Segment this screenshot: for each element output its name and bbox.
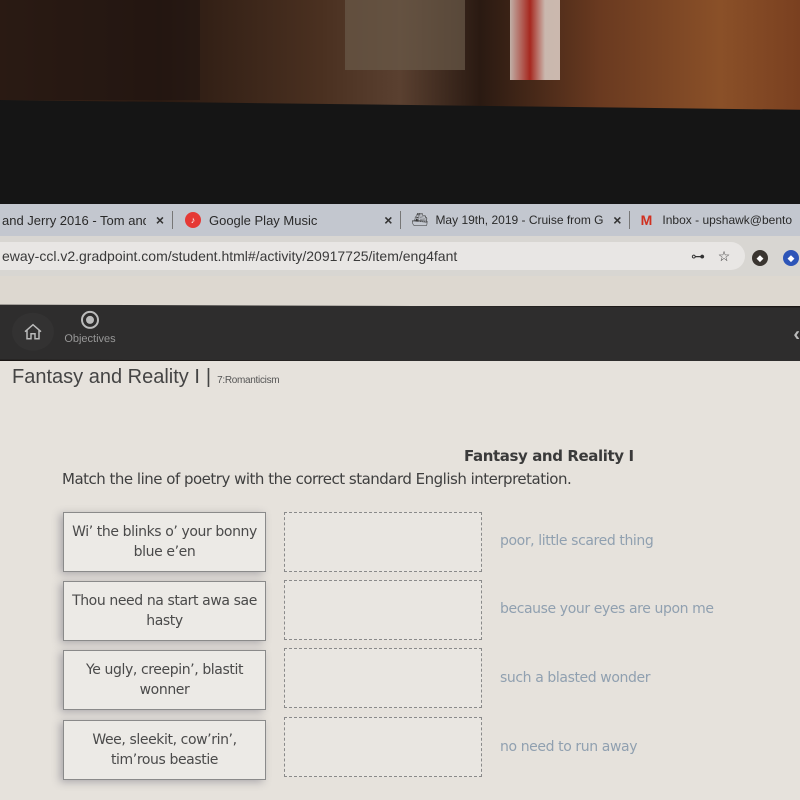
ship-icon: ⛴ <box>411 212 428 227</box>
background-object <box>0 0 200 100</box>
monitor-bezel <box>0 100 800 215</box>
title-separator: | <box>205 366 212 388</box>
drop-zone[interactable] <box>284 717 482 777</box>
interpretation-text: because your eyes are upon me <box>500 601 714 617</box>
tab-title: Google Play Music <box>208 212 318 228</box>
poem-card[interactable]: Wee, sleekit, cow’rin’, tim’rous beastie <box>63 720 266 780</box>
target-icon <box>81 310 99 329</box>
page-subtitle: 7:Romanticism <box>217 375 280 386</box>
close-tab-icon[interactable]: × <box>613 212 621 228</box>
interpretation-text: no need to run away <box>500 739 638 755</box>
tab-gmail-inbox[interactable]: M Inbox - upshawk@bento <box>630 204 800 236</box>
browser-toolbar: eway-ccl.v2.gradpoint.com/student.html#/… <box>0 236 800 276</box>
tab-google-play-music[interactable]: ♪ Google Play Music × <box>173 204 400 236</box>
page-title: Fantasy and Reality I | 7:Romanticism <box>12 366 280 389</box>
page-gap <box>0 276 800 306</box>
tab-title: May 19th, 2019 - Cruise from G <box>435 213 604 227</box>
question-title: Fantasy and Reality I <box>464 447 634 465</box>
key-icon[interactable]: ⊶ <box>685 248 711 265</box>
close-tab-icon[interactable]: × <box>384 212 392 228</box>
interpretation-text: such a blasted wonder <box>500 670 651 686</box>
bookmark-star-icon[interactable]: ☆ <box>711 248 737 265</box>
app-nav-bar: Objectives ‹ <box>0 304 800 363</box>
tab-tom-and-jerry[interactable]: and Jerry 2016 - Tom and × <box>0 204 172 236</box>
objectives-label: Objectives <box>64 332 116 346</box>
google-play-music-icon: ♪ <box>184 212 201 228</box>
browser-tab-bar: and Jerry 2016 - Tom and × ♪ Google Play… <box>0 204 800 236</box>
question-instructions: Match the line of poetry with the correc… <box>62 470 572 488</box>
tab-title: Inbox - upshawk@bento <box>662 213 793 227</box>
drop-zone[interactable] <box>284 580 482 640</box>
home-icon <box>24 323 42 340</box>
url-text[interactable]: eway-ccl.v2.gradpoint.com/student.html#/… <box>2 248 685 264</box>
background-flag <box>510 0 560 80</box>
background-object <box>345 0 465 70</box>
extension-blue-icon[interactable]: ◆ <box>783 250 799 266</box>
drop-zone[interactable] <box>284 512 482 572</box>
extension-shield-icon[interactable]: ◆ <box>752 250 768 266</box>
page-title-text: Fantasy and Reality I <box>12 366 200 388</box>
gmail-icon: M <box>640 212 653 228</box>
objectives-button[interactable]: Objectives <box>60 309 120 355</box>
interpretation-text: poor, little scared thing <box>500 533 654 549</box>
collapse-chevron-icon[interactable]: ‹ <box>793 323 800 346</box>
tab-cruise[interactable]: ⛴ May 19th, 2019 - Cruise from G × <box>401 204 629 236</box>
drop-zone[interactable] <box>284 648 482 708</box>
address-bar[interactable]: eway-ccl.v2.gradpoint.com/student.html#/… <box>0 242 745 270</box>
activity-content: Fantasy and Reality I | 7:Romanticism Fa… <box>0 361 800 800</box>
poem-card[interactable]: Thou need na start awa sae hasty <box>63 581 266 641</box>
poem-card[interactable]: Ye ugly, creepin’, blastit wonner <box>63 650 266 710</box>
home-button[interactable] <box>12 312 54 351</box>
close-tab-icon[interactable]: × <box>156 212 164 228</box>
tab-title: and Jerry 2016 - Tom and <box>2 212 146 228</box>
poem-card[interactable]: Wi’ the blinks o’ your bonny blue e’en <box>63 512 266 572</box>
